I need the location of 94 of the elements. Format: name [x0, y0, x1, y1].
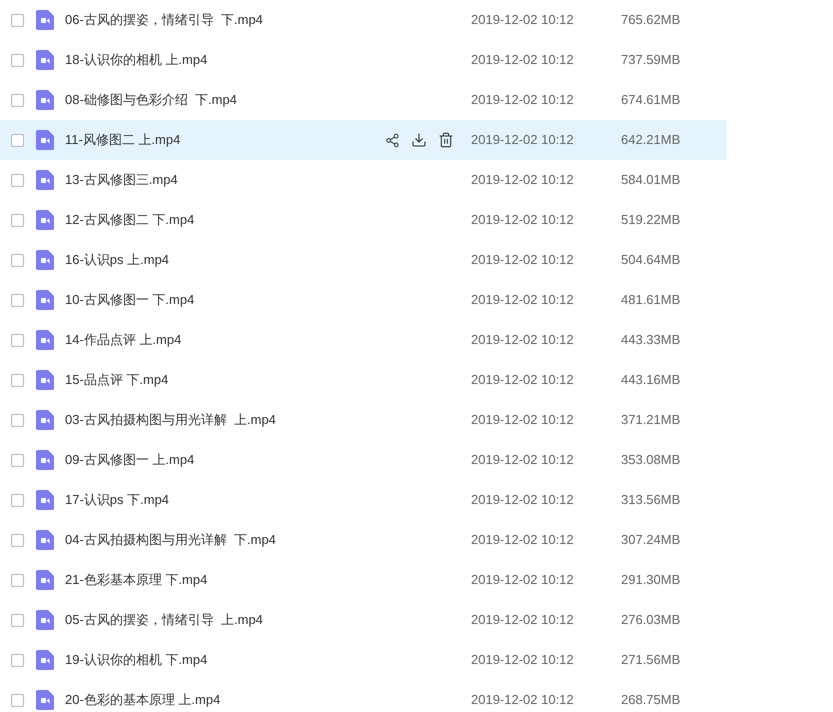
video-file-icon	[36, 450, 54, 470]
file-name[interactable]: 06-古风的摆姿，情绪引导 下.mp4	[65, 10, 385, 30]
file-name[interactable]: 09-古风修图一 上.mp4	[65, 450, 385, 470]
file-size: 443.33MB	[621, 331, 680, 350]
file-name[interactable]: 12-古风修图二 下.mp4	[65, 210, 385, 230]
file-date: 2019-12-02 10:12	[471, 291, 575, 310]
file-date: 2019-12-02 10:12	[471, 91, 575, 110]
file-size: 371.21MB	[621, 411, 680, 430]
checkbox[interactable]	[11, 14, 24, 26]
checkbox[interactable]	[11, 174, 24, 186]
checkbox[interactable]	[11, 214, 24, 226]
file-date: 2019-12-02 10:12	[471, 451, 575, 470]
file-size: 353.08MB	[621, 451, 680, 470]
file-name[interactable]: 17-认识ps 下.mp4	[65, 490, 385, 510]
checkbox[interactable]	[11, 374, 24, 386]
video-file-icon	[36, 570, 54, 590]
video-file-icon	[36, 210, 54, 230]
video-file-icon	[36, 170, 54, 190]
video-file-icon	[36, 130, 54, 150]
file-name[interactable]: 10-古风修图一 下.mp4	[65, 290, 385, 310]
video-file-icon	[36, 410, 54, 430]
checkbox[interactable]	[11, 454, 24, 466]
file-date: 2019-12-02 10:12	[471, 51, 575, 70]
file-date: 2019-12-02 10:12	[471, 251, 575, 270]
file-name[interactable]: 05-古风的摆姿，情绪引导 上.mp4	[65, 610, 385, 630]
share-icon[interactable]	[385, 132, 400, 148]
file-name[interactable]: 11-风修图二 上.mp4	[65, 130, 385, 150]
file-date: 2019-12-02 10:12	[471, 171, 575, 190]
file-name[interactable]: 21-色彩基本原理 下.mp4	[65, 570, 385, 590]
file-date: 2019-12-02 10:12	[471, 491, 575, 510]
file-name[interactable]: 20-色彩的基本原理 上.mp4	[65, 690, 385, 710]
file-size: 291.30MB	[621, 571, 680, 590]
checkbox[interactable]	[11, 694, 24, 706]
file-size: 737.59MB	[621, 51, 680, 70]
checkbox[interactable]	[11, 414, 24, 426]
video-file-icon	[36, 330, 54, 350]
checkbox[interactable]	[11, 654, 24, 666]
video-file-icon	[36, 610, 54, 630]
video-file-icon	[36, 90, 54, 110]
video-file-icon	[36, 370, 54, 390]
file-name[interactable]: 18-认识你的相机 上.mp4	[65, 50, 385, 70]
file-size: 504.64MB	[621, 251, 680, 270]
checkbox[interactable]	[11, 94, 24, 106]
file-date: 2019-12-02 10:12	[471, 131, 575, 150]
checkbox[interactable]	[11, 494, 24, 506]
video-file-icon	[36, 50, 54, 70]
checkbox[interactable]	[11, 334, 24, 346]
video-file-icon	[36, 530, 54, 550]
file-date: 2019-12-02 10:12	[471, 611, 575, 630]
file-date: 2019-12-02 10:12	[471, 211, 575, 230]
file-size: 481.61MB	[621, 291, 680, 310]
video-file-icon	[36, 290, 54, 310]
file-size: 519.22MB	[621, 211, 680, 230]
file-name[interactable]: 19-认识你的相机 下.mp4	[65, 650, 385, 670]
video-file-icon	[36, 490, 54, 510]
file-date: 2019-12-02 10:12	[471, 571, 575, 590]
video-file-icon	[36, 690, 54, 710]
delete-icon[interactable]	[438, 132, 454, 148]
file-date: 2019-12-02 10:12	[471, 531, 575, 550]
checkbox[interactable]	[11, 134, 24, 146]
file-name[interactable]: 03-古风拍摄构图与用光详解 上.mp4	[65, 410, 385, 430]
file-size: 674.61MB	[621, 91, 680, 110]
checkbox[interactable]	[11, 294, 24, 306]
file-date: 2019-12-02 10:12	[471, 691, 575, 710]
file-date: 2019-12-02 10:12	[471, 371, 575, 390]
file-size: 268.75MB	[621, 691, 680, 710]
file-row[interactable]: 11-风修图二 上.mp4 2019-12-02 10:12 642.21MB	[0, 120, 727, 160]
file-name[interactable]: 08-础修图与色彩介绍 下.mp4	[65, 90, 385, 110]
file-name[interactable]: 13-古风修图三.mp4	[65, 170, 385, 190]
file-name[interactable]: 16-认识ps 上.mp4	[65, 250, 385, 270]
file-size: 276.03MB	[621, 611, 680, 630]
file-size: 642.21MB	[621, 131, 680, 150]
file-size: 307.24MB	[621, 531, 680, 550]
video-file-icon	[36, 10, 54, 30]
file-name[interactable]: 04-古风拍摄构图与用光详解 下.mp4	[65, 530, 385, 550]
checkbox[interactable]	[11, 534, 24, 546]
download-icon[interactable]	[411, 132, 427, 148]
video-file-icon	[36, 650, 54, 670]
checkbox[interactable]	[11, 54, 24, 66]
file-size: 765.62MB	[621, 11, 680, 30]
file-size: 313.56MB	[621, 491, 680, 510]
checkbox[interactable]	[11, 254, 24, 266]
checkbox[interactable]	[11, 614, 24, 626]
file-name[interactable]: 15-品点评 下.mp4	[65, 370, 385, 390]
file-name[interactable]: 14-作品点评 上.mp4	[65, 330, 385, 350]
file-size: 584.01MB	[621, 171, 680, 190]
file-date: 2019-12-02 10:12	[471, 331, 575, 350]
file-size: 443.16MB	[621, 371, 680, 390]
file-date: 2019-12-02 10:12	[471, 11, 575, 30]
file-date: 2019-12-02 10:12	[471, 411, 575, 430]
file-size: 271.56MB	[621, 651, 680, 670]
checkbox[interactable]	[11, 574, 24, 586]
file-date: 2019-12-02 10:12	[471, 651, 575, 670]
video-file-icon	[36, 250, 54, 270]
